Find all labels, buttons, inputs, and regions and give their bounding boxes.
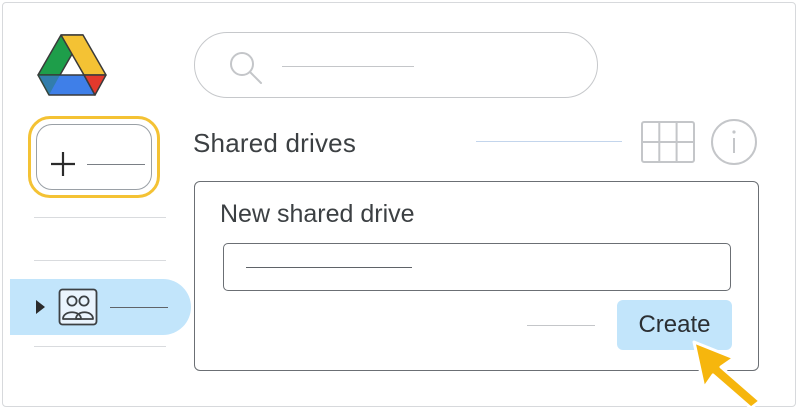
sidebar-item-shared-drives[interactable] <box>10 279 191 335</box>
new-button[interactable] <box>36 124 152 190</box>
drive-name-value <box>246 267 412 268</box>
dialog-title: New shared drive <box>220 200 415 228</box>
info-icon[interactable] <box>710 118 758 166</box>
new-button-highlight[interactable] <box>28 116 160 198</box>
sidebar-divider <box>34 260 166 261</box>
header-placeholder-line <box>476 141 622 142</box>
sidebar-item-label <box>110 307 168 308</box>
shared-drives-icon <box>58 288 98 326</box>
new-button-label <box>87 164 145 165</box>
google-drive-logo-icon <box>37 34 107 96</box>
drive-name-input[interactable] <box>223 243 731 291</box>
caret-right-icon[interactable] <box>36 300 45 314</box>
search-placeholder <box>282 66 414 67</box>
cancel-button[interactable] <box>527 325 595 326</box>
cursor-arrow-icon <box>692 340 762 410</box>
search-bar[interactable] <box>194 32 598 98</box>
plus-icon <box>51 152 75 176</box>
sidebar-divider <box>34 346 166 347</box>
page-title: Shared drives <box>193 128 357 158</box>
sidebar-divider <box>34 217 166 218</box>
grid-view-icon[interactable] <box>640 120 696 164</box>
search-icon[interactable] <box>225 47 267 89</box>
